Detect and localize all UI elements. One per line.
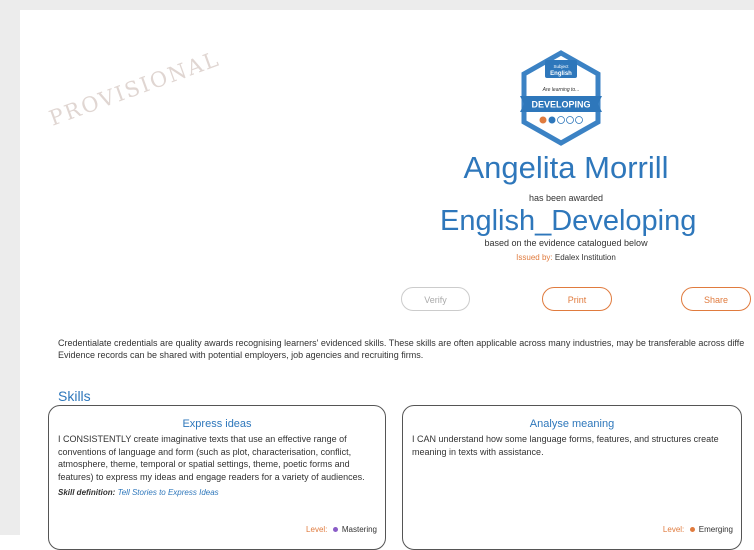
credential-name: English_Developing — [440, 205, 697, 237]
left-band — [0, 0, 20, 535]
provisional-watermark: PROVISIONAL — [46, 46, 224, 131]
skill-level-label: Level: — [306, 525, 328, 534]
skill-definition: Skill definition: Tell Stories to Expres… — [58, 488, 219, 497]
badge-top-label: Subject — [553, 64, 569, 69]
badge-dot-2 — [548, 116, 556, 124]
badge-subject: English — [550, 71, 572, 77]
level-dot-icon — [689, 526, 695, 532]
badge-dot-4 — [566, 116, 574, 124]
skills-heading: Skills — [58, 388, 91, 404]
badge-level: DEVELOPING — [531, 100, 590, 110]
description-line-1: Credentialate credentials are quality aw… — [58, 338, 745, 348]
skill-definition-link[interactable]: Tell Stories to Express Ideas — [118, 488, 219, 497]
badge-dot-3 — [557, 116, 565, 124]
credential-description: Credentialate credentials are quality aw… — [58, 337, 754, 361]
basis-text: based on the evidence catalogued below — [484, 238, 648, 248]
skill-level-value: Emerging — [698, 525, 733, 534]
badge-tagline: Are learning to... — [542, 87, 580, 93]
skill-card-express-ideas: Express ideas I CONSISTENTLY create imag… — [48, 405, 386, 550]
skill-text: I CONSISTENTLY create imaginative texts … — [58, 434, 365, 482]
skill-level: Level: Emerging — [663, 525, 733, 534]
level-dot-icon — [332, 526, 338, 532]
skill-card-analyse-meaning: Analyse meaning I CAN understand how som… — [402, 405, 742, 550]
verify-button[interactable]: Verify — [401, 287, 470, 311]
skill-level-label: Level: — [662, 525, 685, 534]
awarded-text: has been awarded — [528, 193, 604, 203]
skill-definition-label: Skill definition: — [58, 488, 116, 497]
badge-dot-5 — [575, 116, 583, 124]
skill-title: Analyse meaning — [529, 418, 615, 430]
skill-level: Level: Mastering — [306, 525, 377, 534]
skill-text: I CAN understand how some language forms… — [412, 434, 719, 457]
share-button[interactable]: Share — [681, 287, 751, 311]
issuer-name: Edalex Institution — [554, 253, 616, 262]
recipient-name: Angelita Morrill — [463, 150, 669, 185]
skill-level-value: Mastering — [341, 525, 377, 534]
issued-by-label: Issued by: — [516, 253, 553, 262]
badge-dot-1 — [539, 116, 547, 124]
credential-badge: Subject English Are learning to... DEVEL… — [520, 50, 602, 146]
top-band — [0, 0, 754, 10]
print-button[interactable]: Print — [542, 287, 612, 311]
description-line-2: Evidence records can be shared with pote… — [58, 350, 424, 360]
skill-title: Express ideas — [182, 418, 252, 430]
issued-by: Issued by: Edalex Institution — [440, 253, 692, 262]
